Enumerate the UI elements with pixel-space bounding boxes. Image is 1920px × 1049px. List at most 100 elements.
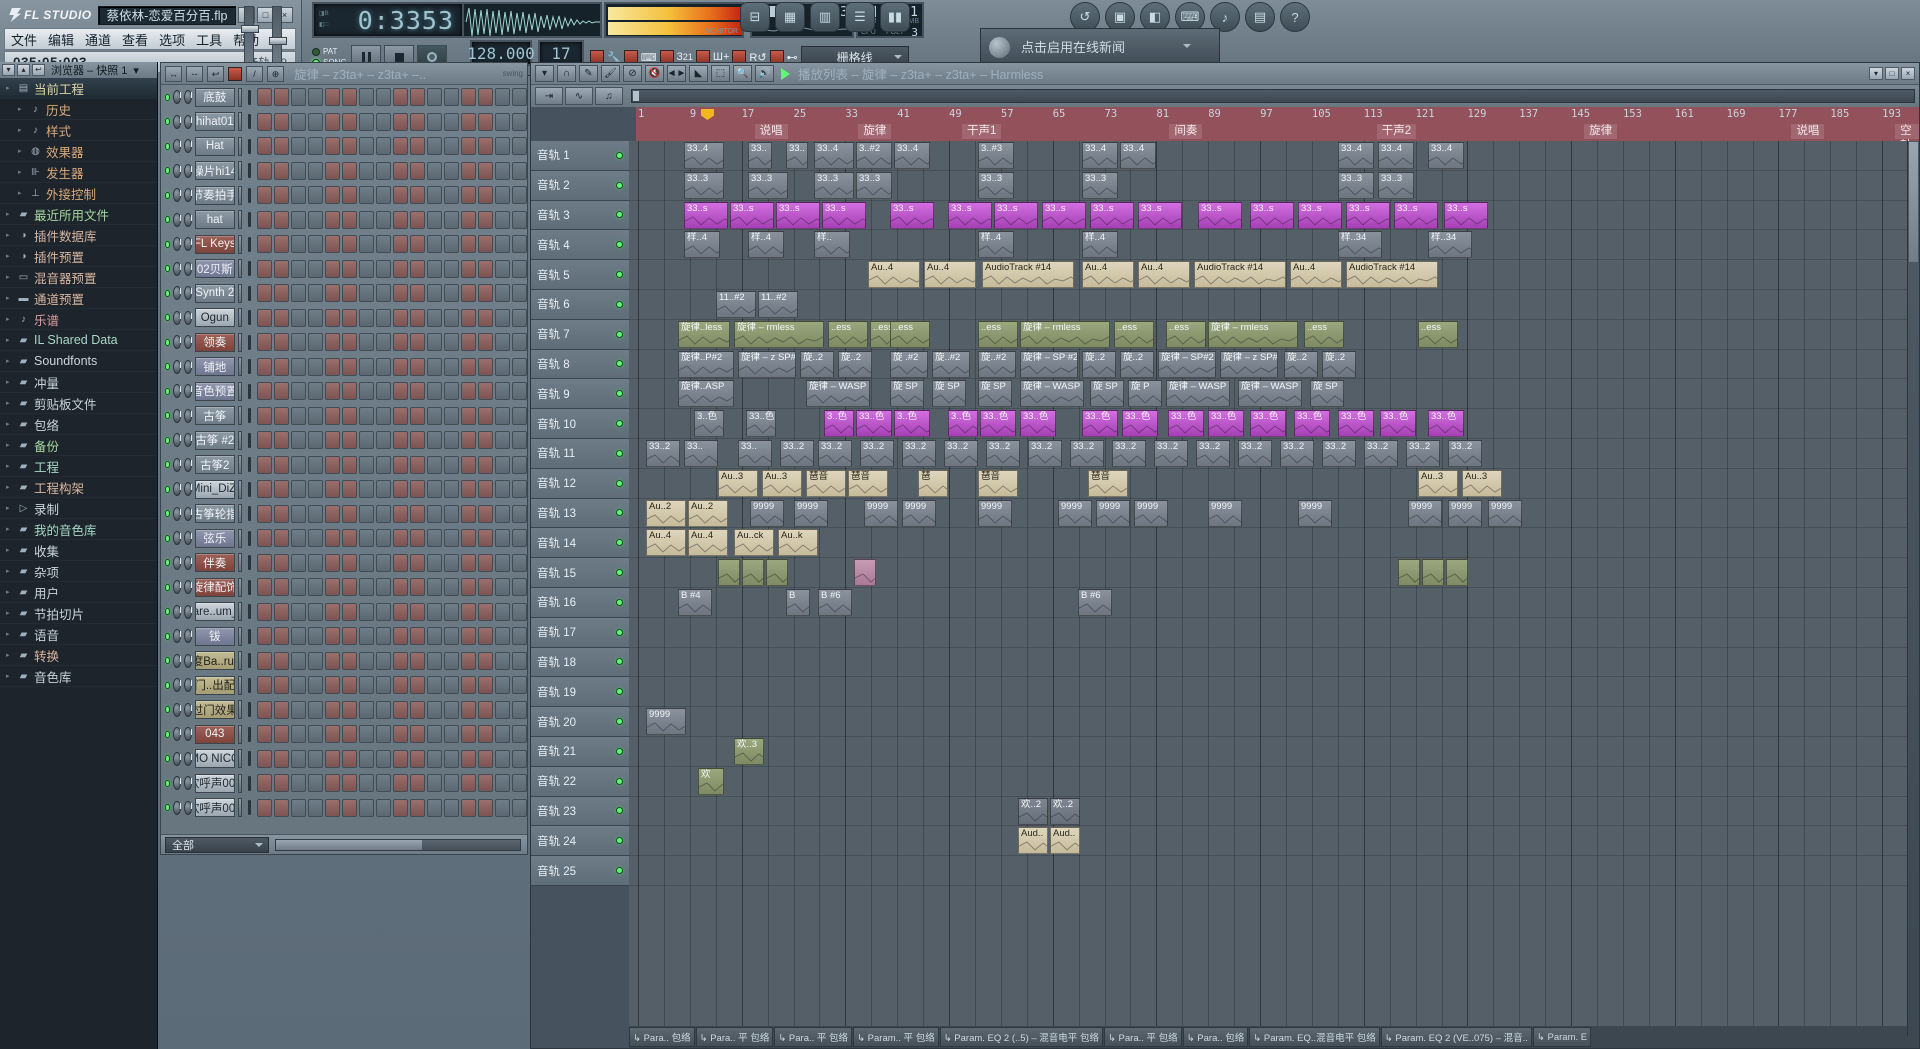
channel-selector[interactable] bbox=[237, 87, 243, 107]
channel-volume-knob[interactable] bbox=[183, 261, 193, 276]
playlist-clip[interactable]: 样..34 bbox=[1338, 231, 1382, 259]
playlist-clip[interactable]: 33..4 bbox=[1082, 142, 1118, 169]
step-button[interactable] bbox=[256, 406, 272, 425]
channel-pan-knob[interactable] bbox=[172, 653, 182, 668]
menu-item-view[interactable]: 查看 bbox=[122, 30, 148, 49]
step-button[interactable] bbox=[460, 235, 476, 254]
step-button[interactable] bbox=[307, 602, 323, 621]
step-button[interactable] bbox=[273, 210, 289, 229]
step-button[interactable] bbox=[460, 627, 476, 646]
browser-item-7[interactable]: ▸ ◑ 插件数据库 bbox=[0, 225, 157, 246]
step-button[interactable] bbox=[460, 725, 476, 744]
step-button[interactable] bbox=[494, 210, 510, 229]
step-button[interactable] bbox=[375, 333, 391, 352]
step-button[interactable] bbox=[358, 627, 374, 646]
step-button[interactable] bbox=[477, 504, 493, 523]
step-button[interactable] bbox=[324, 235, 340, 254]
step-button[interactable] bbox=[307, 308, 323, 327]
channel-pan-knob[interactable] bbox=[172, 335, 182, 350]
playlist-close-button[interactable]: × bbox=[1901, 67, 1915, 80]
playlist-clip[interactable]: Au..4 bbox=[1082, 261, 1134, 289]
step-button[interactable] bbox=[409, 284, 425, 303]
channel-row[interactable]: 043 bbox=[161, 722, 527, 747]
step-button[interactable] bbox=[375, 455, 391, 474]
step-button[interactable] bbox=[307, 382, 323, 401]
step-button[interactable] bbox=[460, 137, 476, 156]
step-button[interactable] bbox=[375, 651, 391, 670]
channel-pan-knob[interactable] bbox=[172, 310, 182, 325]
step-button[interactable] bbox=[324, 308, 340, 327]
track-mute-led[interactable] bbox=[616, 658, 623, 666]
step-button[interactable] bbox=[307, 725, 323, 744]
channel-name-button[interactable]: 铺地 bbox=[194, 357, 235, 377]
channel-row[interactable]: 欢呼声002 bbox=[161, 771, 527, 796]
channel-row[interactable]: 旋律配饰 bbox=[161, 575, 527, 600]
step-button[interactable] bbox=[375, 186, 391, 205]
step-button[interactable] bbox=[256, 161, 272, 180]
browser-item-27[interactable]: ▸ ▰ 转换 bbox=[0, 645, 157, 666]
step-button[interactable] bbox=[494, 235, 510, 254]
channel-selector[interactable] bbox=[237, 455, 243, 475]
step-button[interactable] bbox=[290, 357, 306, 376]
step-button[interactable] bbox=[307, 774, 323, 793]
step-button[interactable] bbox=[477, 749, 493, 768]
playlist-clip[interactable]: B bbox=[786, 589, 810, 616]
step-button[interactable] bbox=[307, 529, 323, 548]
step-button[interactable] bbox=[375, 137, 391, 156]
step-button[interactable] bbox=[307, 627, 323, 646]
playlist-maximize-button[interactable]: □ bbox=[1885, 67, 1899, 80]
step-button[interactable] bbox=[307, 406, 323, 425]
step-button[interactable] bbox=[477, 284, 493, 303]
automation-clip[interactable]: ↳ Para.. 平 包络 bbox=[695, 1027, 774, 1047]
channel-rack-toggle[interactable] bbox=[228, 66, 242, 81]
step-button[interactable] bbox=[290, 553, 306, 572]
playlist-clip[interactable]: 3..色 bbox=[694, 410, 724, 438]
step-button[interactable] bbox=[443, 406, 459, 425]
expand-arrow-icon[interactable]: ▸ bbox=[6, 567, 13, 575]
channel-volume-knob[interactable] bbox=[183, 335, 193, 350]
step-button[interactable] bbox=[511, 480, 527, 499]
step-button[interactable] bbox=[324, 774, 340, 793]
step-button[interactable] bbox=[256, 455, 272, 474]
playlist-clip[interactable]: 9999 bbox=[978, 499, 1012, 527]
channel-row[interactable]: 古筝2 bbox=[161, 453, 527, 478]
channel-name-button[interactable]: 过门效果 bbox=[194, 700, 235, 720]
menu-item-edit[interactable]: 编辑 bbox=[48, 30, 74, 49]
channel-mute-led[interactable] bbox=[165, 779, 170, 787]
step-button[interactable] bbox=[494, 578, 510, 597]
step-button[interactable] bbox=[392, 333, 408, 352]
step-button[interactable] bbox=[324, 455, 340, 474]
step-button[interactable] bbox=[375, 382, 391, 401]
track-header[interactable]: 音轨 6 bbox=[531, 289, 629, 320]
channel-mute-led[interactable] bbox=[165, 191, 170, 199]
step-button[interactable] bbox=[375, 357, 391, 376]
step-button[interactable] bbox=[426, 700, 442, 719]
step-button[interactable] bbox=[426, 651, 442, 670]
step-button[interactable] bbox=[460, 651, 476, 670]
browser-item-9[interactable]: ▸ ▭ 混音器预置 bbox=[0, 267, 157, 288]
step-button[interactable] bbox=[392, 235, 408, 254]
expand-arrow-icon[interactable]: ▸ bbox=[6, 672, 13, 680]
track-header[interactable]: 音轨 17 bbox=[531, 617, 629, 648]
step-button[interactable] bbox=[443, 88, 459, 107]
step-button[interactable] bbox=[426, 88, 442, 107]
step-button[interactable] bbox=[273, 88, 289, 107]
expand-arrow-icon[interactable]: ▸ bbox=[6, 315, 13, 323]
step-button[interactable] bbox=[358, 553, 374, 572]
playlist-vscrollbar[interactable] bbox=[1907, 141, 1919, 1036]
step-button[interactable] bbox=[443, 627, 459, 646]
track-header[interactable]: 音轨 8 bbox=[531, 349, 629, 380]
channel-volume-knob[interactable] bbox=[183, 408, 193, 423]
step-button[interactable] bbox=[375, 161, 391, 180]
step-button[interactable] bbox=[409, 749, 425, 768]
step-button[interactable] bbox=[511, 553, 527, 572]
step-button[interactable] bbox=[375, 284, 391, 303]
playlist-clip[interactable]: 33..3 bbox=[856, 171, 892, 199]
step-button[interactable] bbox=[307, 88, 323, 107]
step-button[interactable] bbox=[511, 137, 527, 156]
step-button[interactable] bbox=[256, 529, 272, 548]
grid-row[interactable] bbox=[629, 648, 1919, 678]
automation-clip[interactable]: ↳ Param. EQ..混音电平 包络 bbox=[1249, 1027, 1380, 1047]
step-button[interactable] bbox=[494, 161, 510, 180]
step-button[interactable] bbox=[341, 700, 357, 719]
